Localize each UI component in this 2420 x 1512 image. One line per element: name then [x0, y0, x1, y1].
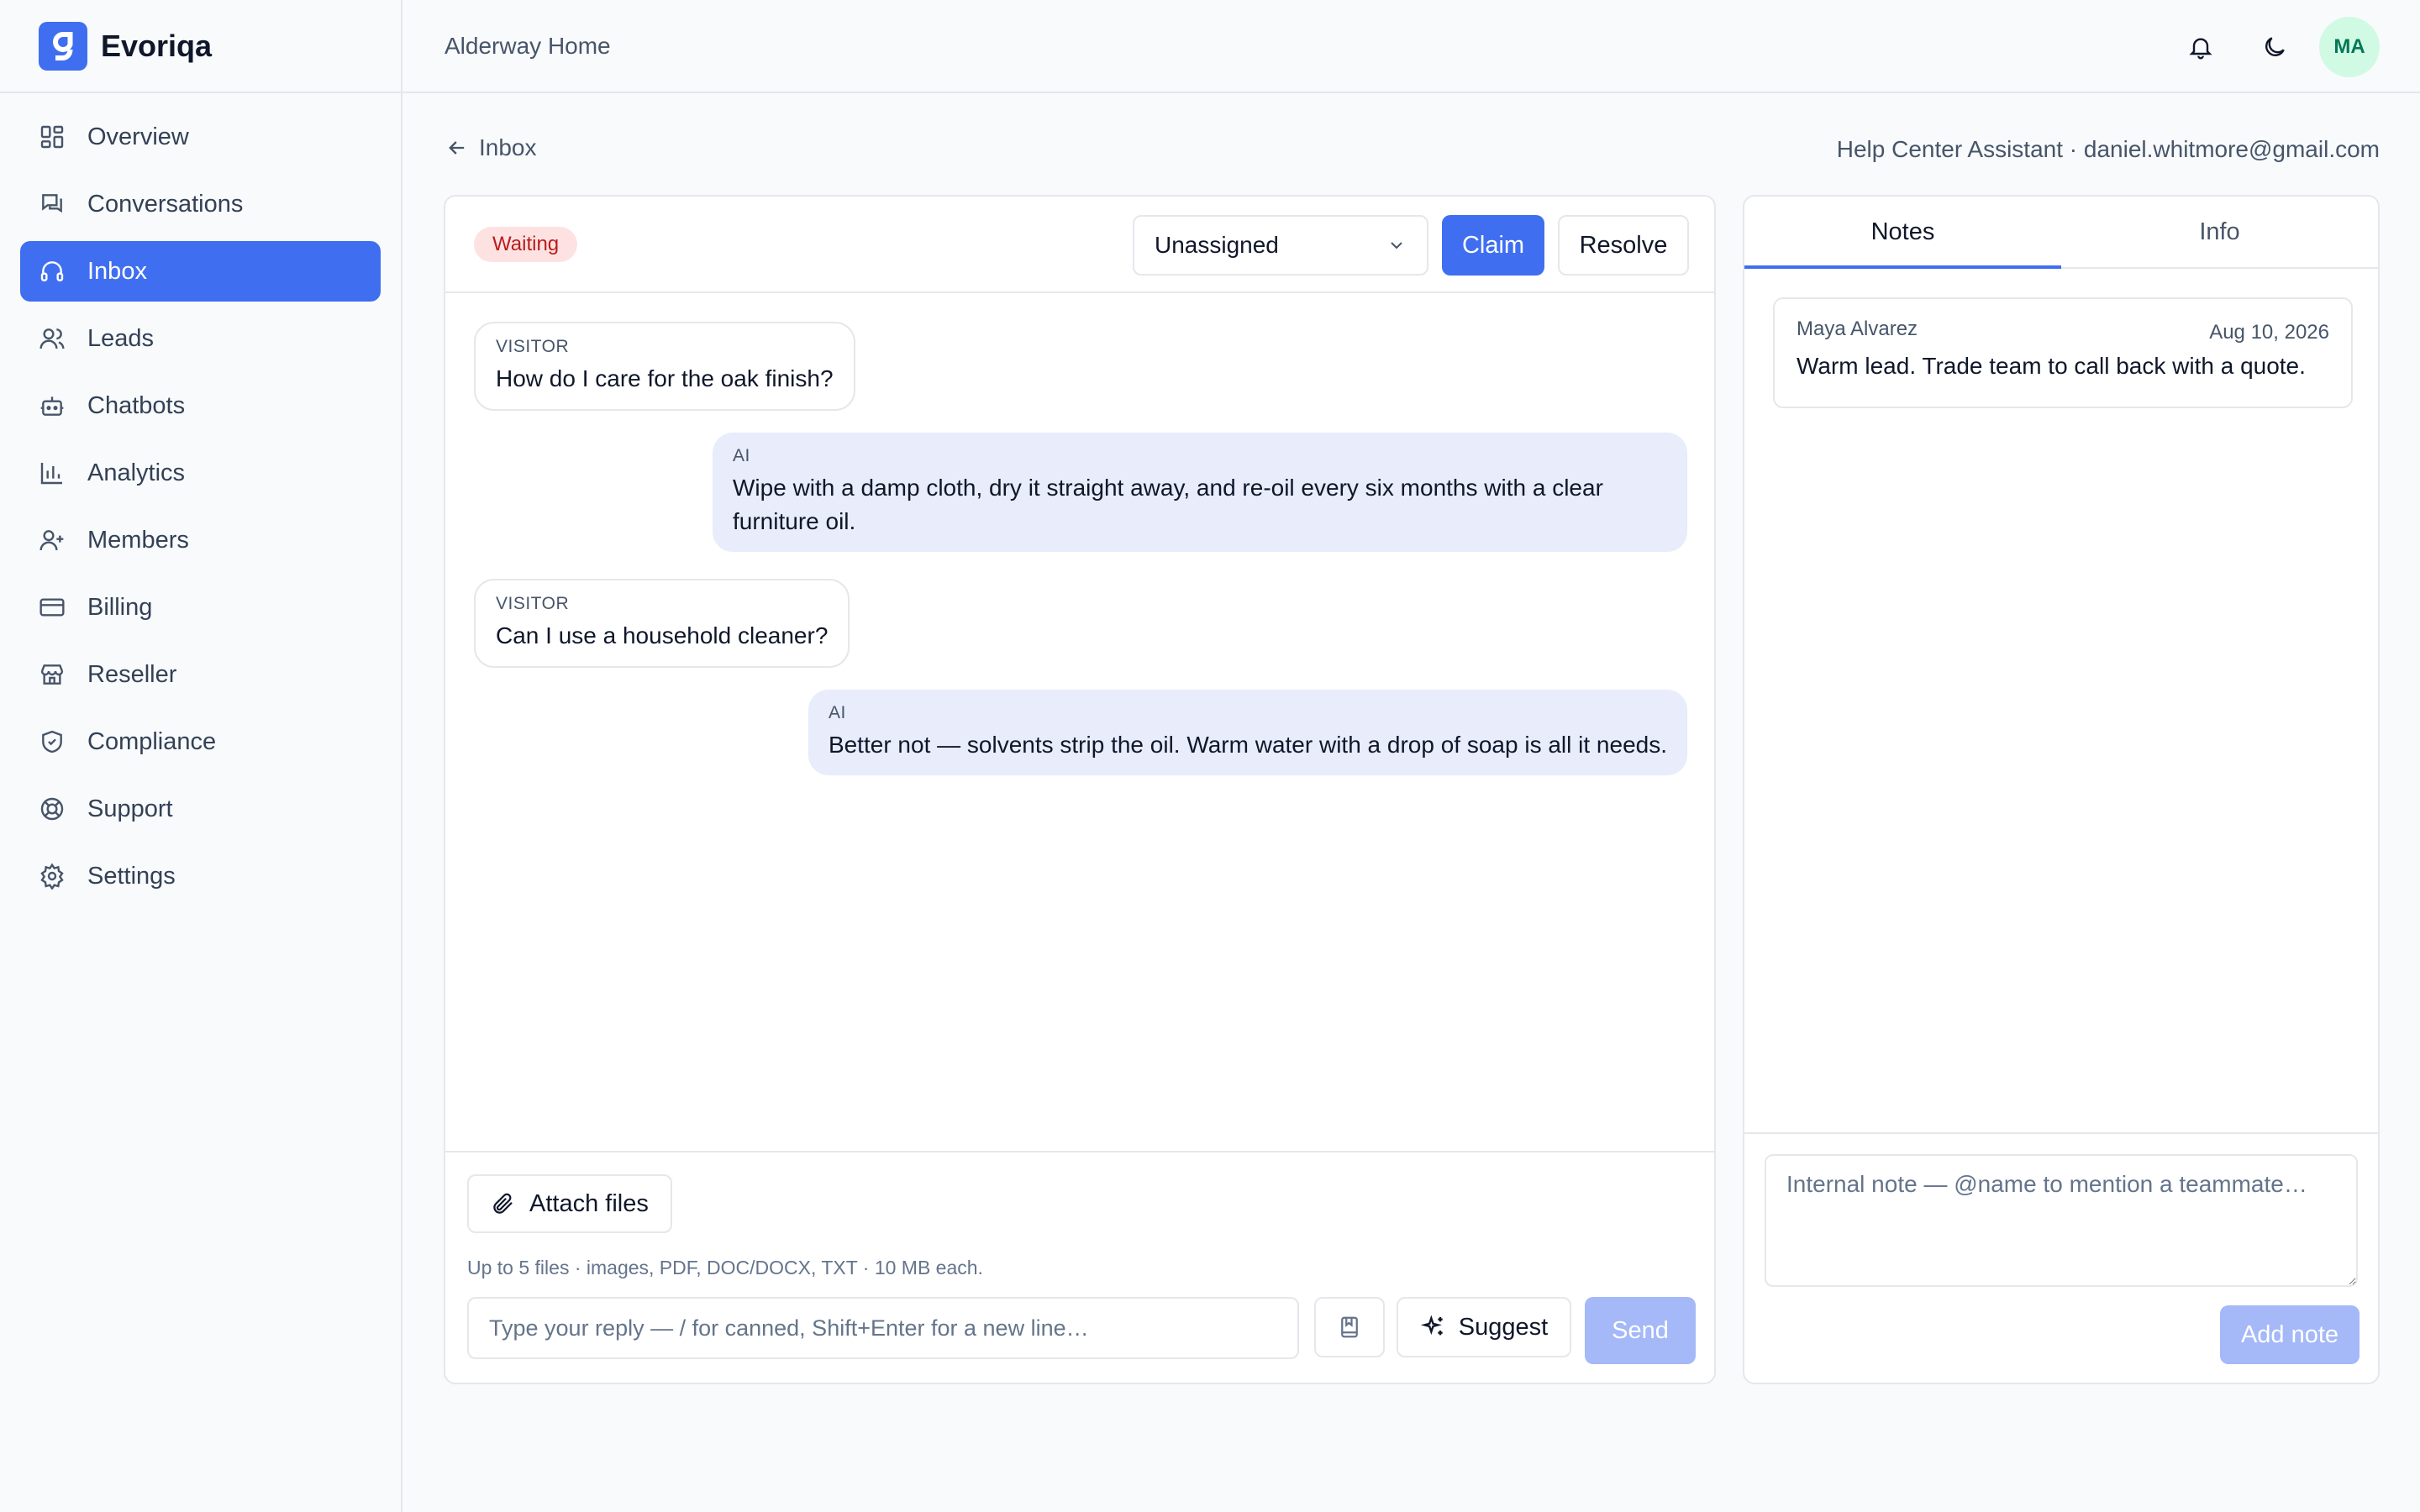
- dashboard-icon: [40, 125, 64, 149]
- brand[interactable]: Evoriqa: [0, 0, 401, 93]
- sparkles-icon: [1420, 1315, 1443, 1336]
- users-icon: [39, 328, 65, 349]
- message-text: Can I use a household cleaner?: [496, 622, 829, 648]
- attach-hint: Up to 5 files · images, PDF, DOC/DOCX, T…: [467, 1257, 983, 1278]
- brand-g-icon: [39, 21, 87, 71]
- user-plus-icon: [39, 530, 64, 551]
- sidebar-item-reseller[interactable]: Reseller: [20, 644, 381, 705]
- message-role: AI: [828, 703, 846, 722]
- note-composer: Add note: [1744, 1132, 2378, 1383]
- brand-name: Evoriqa: [101, 28, 213, 63]
- back-label: Inbox: [479, 134, 537, 160]
- sidebar-item-chatbots[interactable]: Chatbots: [20, 375, 381, 436]
- lifebuoy-icon: [40, 797, 64, 821]
- sidebar-item-label: Inbox: [87, 257, 147, 285]
- workspace-name: Alderway Home: [445, 32, 611, 59]
- sidebar-item-overview[interactable]: Overview: [20, 107, 381, 167]
- sidebar-nav: Overview Conversations Inbox Leads Chatb…: [0, 93, 401, 927]
- credit-card-icon: [39, 598, 65, 617]
- sidebar-item-label: Overview: [87, 123, 189, 150]
- moon-icon: [2265, 37, 2285, 56]
- conversation-header: Waiting Unassigned Claim Resolve: [445, 197, 1714, 293]
- sidebar-item-label: Analytics: [87, 459, 186, 486]
- reply-input[interactable]: [467, 1297, 1299, 1359]
- message-ai: AI Better not — solvents strip the oil. …: [808, 690, 1687, 775]
- message-visitor: VISITOR How do I care for the oak finish…: [474, 322, 855, 411]
- sidebar-item-support[interactable]: Support: [20, 779, 381, 839]
- note-card: Maya Alvarez Aug 10, 2026 Warm lead. Tra…: [1773, 297, 2353, 408]
- chat-icon: [42, 194, 62, 213]
- paperclip-icon: [493, 1193, 513, 1214]
- canned-responses-button[interactable]: [1314, 1297, 1385, 1357]
- message-visitor: VISITOR Can I use a household cleaner?: [474, 579, 850, 668]
- sidebar-item-conversations[interactable]: Conversations: [20, 174, 381, 234]
- add-note-button[interactable]: Add note: [2220, 1305, 2360, 1364]
- bot-and-visitor-meta: Help Center Assistant · daniel.whitmore@…: [1836, 136, 2380, 162]
- send-button[interactable]: Send: [1585, 1297, 1696, 1364]
- note-text: Warm lead. Trade team to call back with …: [1797, 353, 2306, 379]
- sidebar-item-settings[interactable]: Settings: [20, 846, 381, 906]
- tab-info[interactable]: Info: [2061, 197, 2378, 267]
- message-role: VISITOR: [496, 337, 570, 356]
- message-text: Better not — solvents strip the oil. War…: [828, 732, 1667, 758]
- message-role: VISITOR: [496, 594, 570, 613]
- sidebar-item-label: Billing: [87, 593, 153, 621]
- internal-note-input[interactable]: [1765, 1154, 2358, 1287]
- sidebar-item-billing[interactable]: Billing: [20, 577, 381, 638]
- sidebar-item-leads[interactable]: Leads: [20, 308, 381, 369]
- gear-icon: [40, 863, 64, 890]
- sidebar-item-label: Support: [87, 795, 173, 822]
- back-to-inbox-link[interactable]: Inbox: [445, 134, 537, 161]
- bookmark-book-icon: [1341, 1316, 1358, 1338]
- sidebar-item-members[interactable]: Members: [20, 510, 381, 570]
- arrow-left-icon: [449, 141, 465, 155]
- details-panel: Notes Info Maya Alvarez Aug 10, 2026 War…: [1743, 195, 2380, 1384]
- sidebar-item-inbox[interactable]: Inbox: [20, 241, 381, 302]
- message-role: AI: [733, 446, 750, 465]
- sidebar-item-label: Leads: [87, 324, 155, 352]
- status-badge: Waiting: [474, 227, 578, 262]
- avatar[interactable]: MA: [2319, 17, 2380, 77]
- message-ai: AI Wipe with a damp cloth, dry it straig…: [713, 433, 1687, 552]
- assignee-select[interactable]: Unassigned: [1133, 215, 1428, 276]
- shield-check-icon: [42, 730, 62, 753]
- bar-chart-icon: [40, 463, 62, 485]
- topbar: Alderway Home MA: [402, 0, 2420, 93]
- sidebar-item-label: Chatbots: [87, 391, 186, 419]
- theme-toggle-button[interactable]: [2245, 18, 2304, 76]
- sidebar-item-label: Settings: [87, 862, 176, 890]
- store-icon: [40, 664, 64, 685]
- suggest-button[interactable]: Suggest: [1397, 1297, 1571, 1357]
- sidebar: Evoriqa Overview Conversations Inbox Lea…: [0, 0, 402, 1512]
- assignee-value: Unassigned: [1155, 232, 1279, 258]
- sidebar-item-label: Reseller: [87, 660, 177, 688]
- sidebar-item-label: Compliance: [87, 727, 217, 755]
- note-date: Aug 10, 2026: [2209, 321, 2329, 344]
- details-tabs: Notes Info: [1744, 197, 2378, 269]
- message-text: Wipe with a damp cloth, dry it straight …: [733, 475, 1603, 534]
- notifications-button[interactable]: [2171, 18, 2230, 76]
- attach-files-label: Attach files: [529, 1189, 649, 1217]
- attach-files-button[interactable]: Attach files: [467, 1174, 672, 1233]
- reply-composer: Attach files Up to 5 files · images, PDF…: [445, 1151, 1714, 1383]
- headset-icon: [40, 261, 64, 281]
- resolve-button[interactable]: Resolve: [1558, 215, 1689, 276]
- message-text: How do I care for the oak finish?: [496, 365, 834, 391]
- bell-icon: [2189, 38, 2212, 60]
- sidebar-item-compliance[interactable]: Compliance: [20, 711, 381, 772]
- top-actions: MA: [2171, 17, 2380, 77]
- tab-notes[interactable]: Notes: [1744, 197, 2061, 269]
- sidebar-item-analytics[interactable]: Analytics: [20, 443, 381, 503]
- suggest-label: Suggest: [1458, 1313, 1549, 1341]
- claim-button[interactable]: Claim: [1442, 215, 1544, 276]
- conversation-panel: Waiting Unassigned Claim Resolve VISITOR…: [444, 195, 1716, 1384]
- sidebar-item-label: Members: [87, 526, 189, 554]
- chevron-down-icon: [1391, 242, 1402, 249]
- bot-icon: [40, 396, 64, 416]
- sidebar-item-label: Conversations: [87, 190, 244, 218]
